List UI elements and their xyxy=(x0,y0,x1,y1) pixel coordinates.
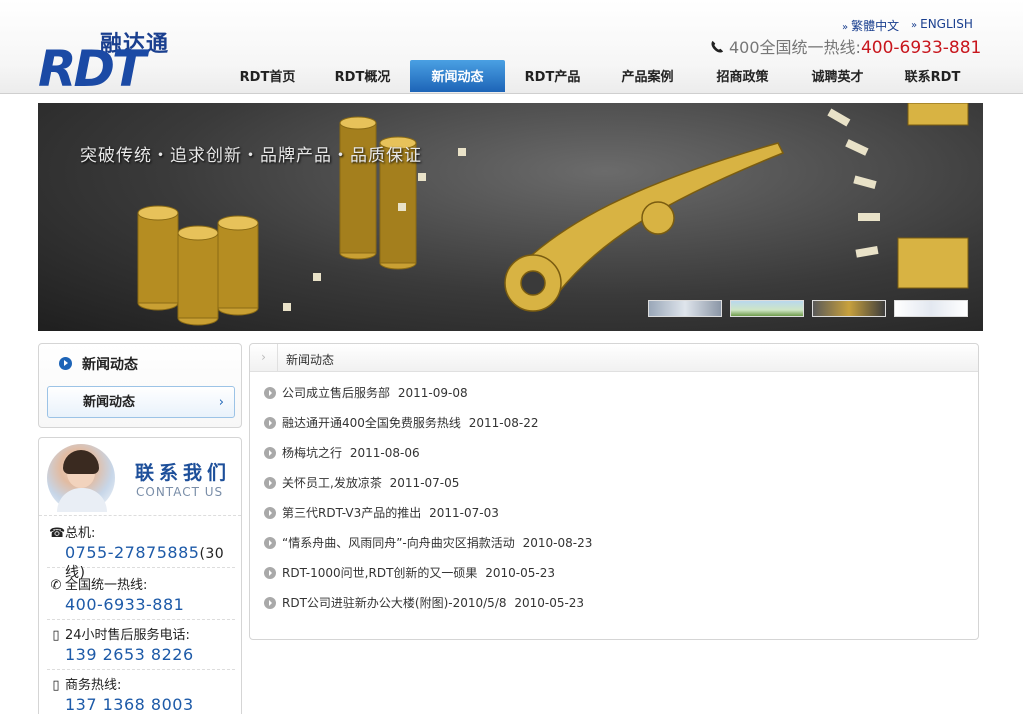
nav-news[interactable]: 新闻动态 xyxy=(410,60,505,92)
bullet-arrow-icon xyxy=(264,537,276,549)
news-date: 2011-09-08 xyxy=(397,386,468,400)
news-title: 关怀员工,发放凉茶 xyxy=(282,476,382,490)
bullet-arrow-icon xyxy=(264,447,276,459)
phone-handset-icon: ✆ xyxy=(50,578,62,593)
contact-switchboard: ☎总机: 0755-27875885(30线) xyxy=(47,522,235,581)
news-item[interactable]: 融达通开通400全国免费服务热线 2011-08-22 xyxy=(264,412,592,442)
switchboard-number: 0755-27875885 xyxy=(65,543,200,562)
news-list: 公司成立售后服务部 2011-09-08 融达通开通400全国免费服务热线 20… xyxy=(264,382,592,622)
news-title: RDT公司进驻新办公大楼(附图)-2010/5/8 xyxy=(282,596,507,610)
chevron-right-icon: › xyxy=(250,344,278,371)
sidebar-item-label: 新闻动态 xyxy=(83,395,136,410)
news-panel-header: › 新闻动态 xyxy=(250,344,978,372)
customer-service-avatar xyxy=(47,444,115,512)
english-label: ENGLISH xyxy=(920,17,973,31)
banner-thumbnail-1[interactable] xyxy=(648,300,722,317)
news-item[interactable]: 关怀员工,发放凉茶 2011-07-05 xyxy=(264,472,592,502)
hotline-label: 400全国统一热线: xyxy=(729,38,861,57)
hero-banner: 突破传统・追求创新・品牌产品・品质保证 xyxy=(38,103,983,331)
news-date: 2011-08-06 xyxy=(349,446,420,460)
aftersales-number: 139 2653 8226 xyxy=(65,645,194,664)
play-circle-icon xyxy=(59,357,72,370)
nav-cases[interactable]: 产品案例 xyxy=(600,60,695,92)
news-date: 2010-05-23 xyxy=(485,566,555,580)
banner-artwork xyxy=(137,103,969,326)
news-date: 2010-08-23 xyxy=(522,536,593,550)
double-arrow-icon: » xyxy=(911,20,918,31)
contact-aftersales: ▯ 24小时售后服务电话: 139 2653 8226 xyxy=(47,624,235,670)
main-nav: RDT首页 RDT概况 新闻动态 RDT产品 产品案例 招商政策 诚聘英才 联系… xyxy=(220,60,980,92)
sidebar-title-text: 新闻动态 xyxy=(82,357,138,373)
contact-business: ▯ 商务热线: 137 1368 8003 xyxy=(47,674,235,714)
mobile-phone-icon: ▯ xyxy=(52,628,60,643)
news-title: 杨梅坑之行 xyxy=(282,446,343,460)
english-link[interactable]: » ENGLISH xyxy=(911,17,973,31)
traditional-chinese-label: 繁體中文 xyxy=(851,19,900,33)
news-item[interactable]: 公司成立售后服务部 2011-09-08 xyxy=(264,382,592,412)
news-date: 2010-05-23 xyxy=(514,596,585,610)
sidebar-menu: 新闻动态 新闻动态 › xyxy=(38,343,242,428)
logo-english-text: RDT xyxy=(38,40,146,98)
rdt-logo[interactable]: 融达通 RDT xyxy=(38,26,172,94)
phone-handset-icon xyxy=(711,40,724,53)
news-title: “情系舟曲、风雨同舟”-向舟曲灾区捐款活动 xyxy=(282,536,515,550)
bullet-arrow-icon xyxy=(264,477,276,489)
banner-thumbnail-2[interactable] xyxy=(730,300,804,317)
business-label: 商务热线: xyxy=(65,678,122,693)
contact-panel: 联系我们 CONTACT US ☎总机: 0755-27875885(30线) … xyxy=(38,437,242,714)
news-panel-title: 新闻动态 xyxy=(286,353,335,367)
header-hotline: 400全国统一热线:400-6933-881 xyxy=(710,34,981,58)
news-date: 2011-08-22 xyxy=(468,416,539,430)
news-date: 2011-07-03 xyxy=(429,506,499,520)
bullet-arrow-icon xyxy=(264,387,276,399)
banner-thumbnails xyxy=(648,300,968,317)
contact-title-cn: 联系我们 xyxy=(135,462,232,484)
hotline-number: 400-6933-881 xyxy=(860,38,982,58)
hotline-number: 400-6933-881 xyxy=(65,595,185,614)
hotline-label: 全国统一热线: xyxy=(65,578,148,593)
news-date: 2011-07-05 xyxy=(389,476,460,490)
contact-hotline: ✆ 全国统一热线: 400-6933-881 xyxy=(47,574,235,620)
double-arrow-icon: » xyxy=(842,22,849,33)
news-panel: › 新闻动态 公司成立售后服务部 2011-09-08 融达通开通400全国免费… xyxy=(249,343,979,640)
banner-thumbnail-4[interactable] xyxy=(894,300,968,317)
news-item[interactable]: RDT公司进驻新办公大楼(附图)-2010/5/8 2010-05-23 xyxy=(264,592,592,622)
news-item[interactable]: “情系舟曲、风雨同舟”-向舟曲灾区捐款活动 2010-08-23 xyxy=(264,532,592,562)
contact-header: 联系我们 CONTACT US xyxy=(39,438,241,516)
mobile-phone-icon: ▯ xyxy=(52,678,60,693)
nav-contact[interactable]: 联系RDT xyxy=(885,60,980,92)
nav-overview[interactable]: RDT概况 xyxy=(315,60,410,92)
traditional-chinese-link[interactable]: » 繁體中文 xyxy=(842,17,899,34)
banner-slogan: 突破传统・追求创新・品牌产品・品质保证 xyxy=(80,146,422,166)
news-item[interactable]: 第三代RDT-V3产品的推出 2011-07-03 xyxy=(264,502,592,532)
news-title: 第三代RDT-V3产品的推出 xyxy=(282,506,422,520)
nav-careers[interactable]: 诚聘英才 xyxy=(790,60,885,92)
switchboard-label: 总机: xyxy=(65,526,96,541)
bullet-arrow-icon xyxy=(264,597,276,609)
news-title: 公司成立售后服务部 xyxy=(282,386,391,400)
banner-thumbnail-3[interactable] xyxy=(812,300,886,317)
site-header: 融达通 RDT » 繁體中文 » ENGLISH 400全国统一热线:400-693… xyxy=(0,0,1023,94)
sidebar-title: 新闻动态 xyxy=(59,354,138,374)
nav-products[interactable]: RDT产品 xyxy=(505,60,600,92)
contact-title-en: CONTACT US xyxy=(136,485,224,499)
bullet-arrow-icon xyxy=(264,417,276,429)
nav-investment[interactable]: 招商政策 xyxy=(695,60,790,92)
business-number: 137 1368 8003 xyxy=(65,695,194,714)
news-title: 融达通开通400全国免费服务热线 xyxy=(282,416,461,430)
sidebar-item-news[interactable]: 新闻动态 › xyxy=(47,386,235,418)
news-item[interactable]: RDT-1000问世,RDT创新的又一硕果 2010-05-23 xyxy=(264,562,592,592)
bullet-arrow-icon xyxy=(264,507,276,519)
chevron-right-icon: › xyxy=(218,395,224,410)
telephone-icon: ☎ xyxy=(49,526,66,541)
aftersales-label: 24小时售后服务电话: xyxy=(65,628,190,643)
nav-home[interactable]: RDT首页 xyxy=(220,60,315,92)
news-item[interactable]: 杨梅坑之行 2011-08-06 xyxy=(264,442,592,472)
news-title: RDT-1000问世,RDT创新的又一硕果 xyxy=(282,566,478,580)
bullet-arrow-icon xyxy=(264,567,276,579)
